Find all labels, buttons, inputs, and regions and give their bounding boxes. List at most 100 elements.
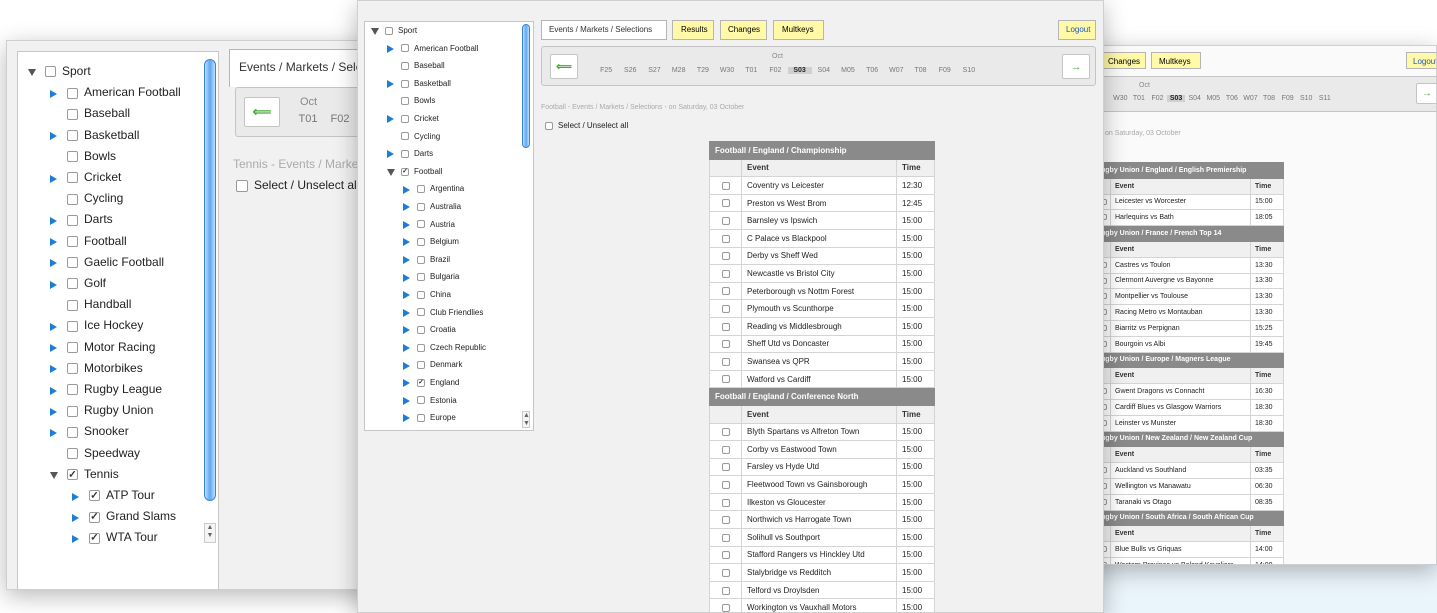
tab-changes[interactable]: Changes <box>720 20 767 40</box>
tree-item-europe[interactable]: Europe <box>403 413 456 423</box>
tree-checkbox[interactable] <box>417 220 425 229</box>
tab-events-markets-selections[interactable]: Events / Markets / Selecti <box>229 49 374 87</box>
row-checkbox[interactable] <box>721 516 730 525</box>
tab-events-markets-selections[interactable]: Events / Markets / Selections <box>541 20 667 40</box>
expand-arrow-icon[interactable] <box>403 414 410 423</box>
tree-scrollbar-thumb[interactable] <box>204 59 216 501</box>
row-checkbox[interactable] <box>721 480 730 489</box>
collapse-arrow-icon[interactable] <box>50 471 58 479</box>
table-row[interactable]: Swansea vs QPR 15:00 <box>709 352 935 371</box>
table-row[interactable]: Fleetwood Town vs Gainsborough 15:00 <box>709 475 935 494</box>
table-row[interactable]: Northwich vs Harrogate Town 15:00 <box>709 510 935 530</box>
date-t06[interactable]: T06 <box>1223 95 1242 102</box>
prev-dates-button[interactable]: ⟸ <box>244 97 280 127</box>
tree-item-england[interactable]: England <box>403 378 459 388</box>
tree-item-darts[interactable]: Darts <box>50 212 113 227</box>
tree-checkbox[interactable] <box>89 532 100 544</box>
expand-arrow-icon[interactable] <box>403 238 410 247</box>
table-row[interactable]: Coventry vs Leicester 12:30 <box>709 176 935 195</box>
tree-checkbox[interactable] <box>67 151 78 163</box>
tree-item-china[interactable]: China <box>403 290 451 300</box>
row-checkbox[interactable] <box>721 445 730 454</box>
prev-dates-button[interactable]: ⟸ <box>550 54 578 79</box>
tree-checkbox[interactable] <box>417 361 425 370</box>
date-w07[interactable]: W07 <box>884 67 908 74</box>
tree-item-wta-tour[interactable]: WTA Tour <box>72 530 158 545</box>
table-row[interactable]: Auckland vs Southland 03:35 <box>1096 462 1284 479</box>
table-row[interactable]: Leinster vs Munster 18:30 <box>1096 414 1284 432</box>
tree-item-handball[interactable]: Handball <box>50 297 131 311</box>
date-s04[interactable]: S04 <box>1185 95 1204 102</box>
tree-checkbox[interactable] <box>67 299 78 311</box>
tree-item-sport[interactable]: Sport <box>371 26 417 35</box>
table-row[interactable]: Wellington vs Manawatu 06:30 <box>1096 477 1284 495</box>
tree-checkbox[interactable] <box>401 79 409 88</box>
date-m05[interactable]: M05 <box>1204 95 1223 102</box>
tree-checkbox[interactable] <box>417 343 425 352</box>
table-row[interactable]: Telford vs Droylsden 15:00 <box>709 580 935 600</box>
tree-item-australia[interactable]: Australia <box>403 202 461 212</box>
tree-item-argentina[interactable]: Argentina <box>403 184 464 194</box>
expand-arrow-icon[interactable] <box>403 203 410 212</box>
date-s03[interactable]: S03 <box>1166 95 1186 102</box>
row-checkbox[interactable] <box>721 269 730 278</box>
tree-checkbox[interactable] <box>45 66 56 78</box>
tree-checkbox[interactable] <box>67 341 78 353</box>
table-row[interactable]: Blue Bulls vs Griquas 14:00 <box>1096 541 1284 558</box>
date-w30[interactable]: W30 <box>715 67 739 74</box>
table-row[interactable]: Stalybridge vs Redditch 15:00 <box>709 563 935 582</box>
expand-arrow-icon[interactable] <box>50 323 57 332</box>
tree-item-sport[interactable]: Sport <box>28 64 91 79</box>
tree-checkbox[interactable] <box>67 172 78 184</box>
table-row[interactable]: Farsley vs Hyde Utd 15:00 <box>709 457 935 477</box>
tree-item-bowls[interactable]: Bowls <box>50 149 116 163</box>
expand-arrow-icon[interactable] <box>387 115 394 124</box>
tree-item-basketball[interactable]: Basketball <box>387 79 451 89</box>
logout-button[interactable]: Logout <box>1406 52 1436 69</box>
table-row[interactable]: Sheff Utd vs Doncaster 15:00 <box>709 334 935 354</box>
expand-arrow-icon[interactable] <box>403 326 410 335</box>
table-row[interactable]: Harlequins vs Bath 18:05 <box>1096 209 1284 227</box>
expand-arrow-icon[interactable] <box>403 185 410 194</box>
expand-arrow-icon[interactable] <box>50 365 57 374</box>
tree-checkbox[interactable] <box>417 326 425 335</box>
row-checkbox[interactable] <box>721 252 730 261</box>
expand-arrow-icon[interactable] <box>403 344 410 353</box>
tab-multkeys[interactable]: Multkeys <box>773 20 824 40</box>
table-row[interactable]: Bourgoin vs Albi 19:45 <box>1096 335 1284 353</box>
tree-item-czech-republic[interactable]: Czech Republic <box>403 343 486 353</box>
table-row[interactable]: Biarritz vs Perpignan 15:25 <box>1096 319 1284 337</box>
expand-arrow-icon[interactable] <box>50 344 57 353</box>
row-checkbox[interactable] <box>721 551 730 560</box>
tree-checkbox[interactable] <box>67 405 78 417</box>
tree-checkbox[interactable] <box>401 62 409 71</box>
tree-item-croatia[interactable]: Croatia <box>403 325 456 335</box>
table-row[interactable]: Preston vs West Brom 12:45 <box>709 193 935 213</box>
date-f02[interactable]: F02 <box>763 67 787 74</box>
tree-checkbox[interactable] <box>67 384 78 396</box>
tree-checkbox[interactable] <box>67 447 78 459</box>
table-row[interactable]: Castres vs Toulon 13:30 <box>1096 256 1284 274</box>
expand-arrow-icon[interactable] <box>403 379 410 388</box>
date-s03[interactable]: S03 <box>787 67 812 74</box>
expand-arrow-icon[interactable] <box>72 492 79 501</box>
date-f02[interactable]: F02 <box>1148 95 1167 102</box>
tree-item-basketball[interactable]: Basketball <box>50 128 139 143</box>
table-row[interactable]: Workington vs Vauxhall Motors 15:00 <box>709 598 935 612</box>
expand-arrow-icon[interactable] <box>50 386 57 395</box>
tree-checkbox[interactable] <box>417 273 425 282</box>
tree-checkbox[interactable] <box>67 214 78 226</box>
scroll-arrows[interactable]: ▲ ▼ <box>204 523 216 543</box>
tree-checkbox[interactable] <box>417 396 425 405</box>
date-s26[interactable]: S26 <box>618 67 642 74</box>
tree-item-baseball[interactable]: Baseball <box>387 61 445 70</box>
date-f02[interactable]: F02 <box>324 113 356 125</box>
row-checkbox[interactable] <box>721 322 730 331</box>
tree-item-ice-hockey[interactable]: Ice Hockey <box>50 318 143 333</box>
tree-item-estonia[interactable]: Estonia <box>403 396 457 405</box>
row-checkbox[interactable] <box>721 428 730 437</box>
tree-item-club-friendlies[interactable]: Club Friendlies <box>403 308 483 317</box>
tree-checkbox[interactable] <box>417 414 425 423</box>
date-t06[interactable]: T06 <box>860 67 884 74</box>
tree-checkbox[interactable] <box>417 308 425 317</box>
